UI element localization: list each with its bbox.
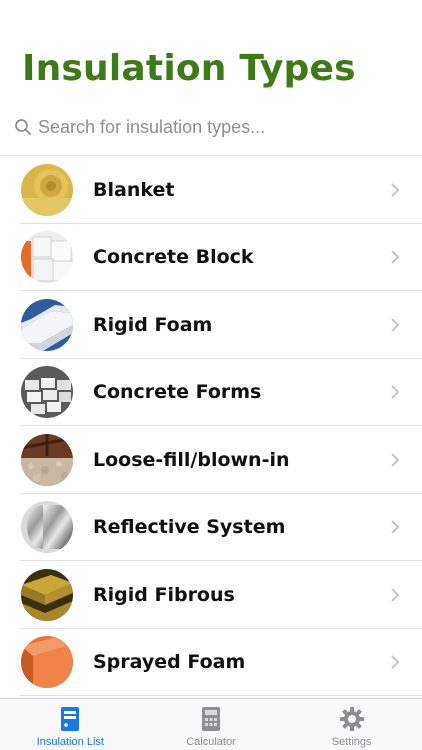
sprayed-foam-thumbnail: [21, 636, 73, 689]
tab-calculator[interactable]: Calculator: [141, 699, 281, 750]
tab-insulation-list[interactable]: Insulation List: [0, 699, 140, 750]
list-item-blanket[interactable]: Blanket: [0, 156, 422, 224]
tab-label: Insulation List: [36, 736, 104, 748]
list-item-rigid-fibrous[interactable]: Rigid Fibrous: [0, 561, 422, 629]
item-label: Reflective System: [93, 516, 286, 539]
item-label: Blanket: [93, 178, 175, 201]
list-item-concrete-forms[interactable]: Concrete Forms: [0, 359, 422, 427]
blanket-thumbnail: [21, 163, 73, 216]
tab-label: Settings: [331, 736, 372, 748]
rigid-foam-thumbnail: [21, 298, 73, 351]
insulation-list: Blanket Concrete Block Rigid Foam Concre…: [0, 155, 422, 696]
concrete-block-thumbnail: [21, 231, 73, 284]
item-label: Rigid Foam: [93, 313, 213, 336]
concrete-forms-thumbnail: [21, 366, 73, 419]
chevron-right-icon: [391, 183, 400, 197]
list-item-loose-fill[interactable]: Loose-fill/blown-in: [0, 426, 422, 494]
tab-settings[interactable]: Settings: [282, 699, 422, 750]
chevron-right-icon: [391, 520, 400, 534]
reflective-system-thumbnail: [21, 501, 73, 554]
item-label: Concrete Block: [93, 246, 254, 269]
chevron-right-icon: [391, 385, 400, 399]
item-label: Rigid Fibrous: [93, 583, 235, 606]
loose-fill-thumbnail: [21, 433, 73, 486]
calculator-icon: [201, 707, 220, 731]
page-title: Insulation Types: [22, 48, 356, 89]
list-item-rigid-foam[interactable]: Rigid Foam: [0, 291, 422, 359]
chevron-right-icon: [391, 655, 400, 669]
search-bar[interactable]: [14, 112, 406, 142]
rigid-fibrous-thumbnail: [21, 568, 73, 621]
chevron-right-icon: [391, 250, 400, 264]
search-input[interactable]: [38, 116, 378, 138]
list-item-reflective-system[interactable]: Reflective System: [0, 494, 422, 562]
chevron-right-icon: [391, 453, 400, 467]
tab-bar: Insulation List Calculator Settings: [0, 698, 422, 750]
gear-icon: [339, 707, 364, 731]
item-label: Concrete Forms: [93, 381, 262, 404]
chevron-right-icon: [391, 588, 400, 602]
item-label: Loose-fill/blown-in: [93, 448, 290, 471]
item-label: Sprayed Foam: [93, 651, 246, 674]
list-item-concrete-block[interactable]: Concrete Block: [0, 224, 422, 292]
list-item-sprayed-foam[interactable]: Sprayed Foam: [0, 629, 422, 697]
list-icon: [61, 707, 80, 731]
chevron-right-icon: [391, 318, 400, 332]
search-icon: [15, 119, 31, 135]
tab-label: Calculator: [186, 736, 236, 748]
